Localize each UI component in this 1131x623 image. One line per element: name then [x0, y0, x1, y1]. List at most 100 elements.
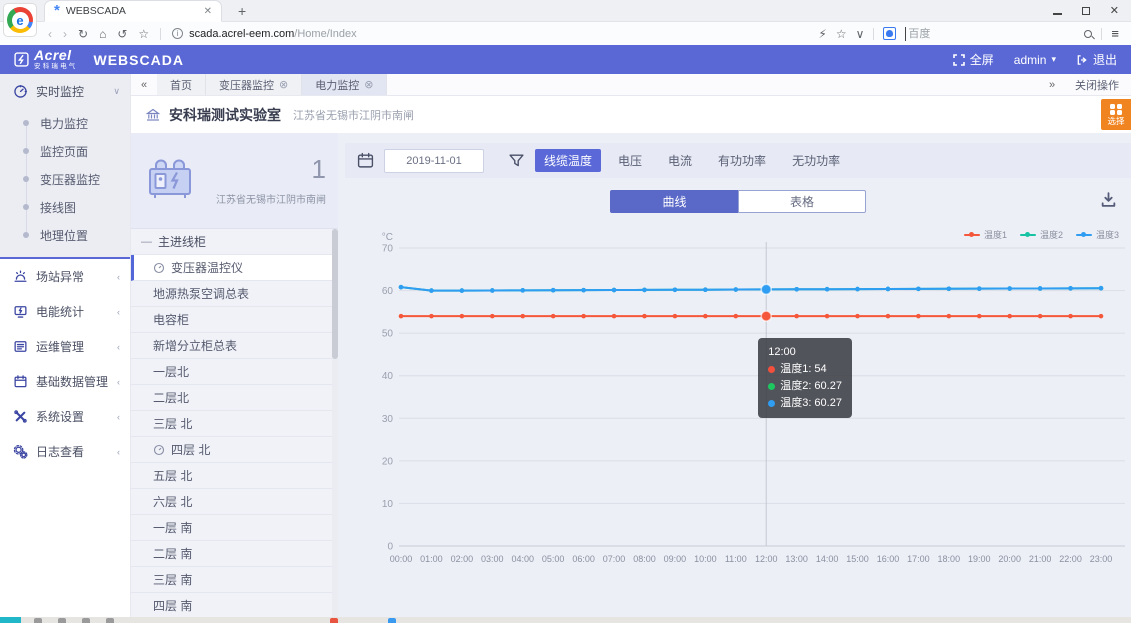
filter-pill[interactable]: 有功功率: [709, 149, 775, 172]
device-item[interactable]: 六层 北: [131, 489, 338, 515]
taskbar-icon: [388, 618, 396, 623]
device-item[interactable]: 一层 南: [131, 515, 338, 541]
legend-item[interactable]: 温度3: [1076, 228, 1119, 241]
sidebar-subitem[interactable]: 电力监控: [0, 109, 130, 137]
sidebar-item[interactable]: 运维管理‹: [0, 329, 130, 364]
svg-text:03:00: 03:00: [481, 554, 504, 564]
filter-pill[interactable]: 电压: [609, 149, 651, 172]
browser-logo-letter: e: [12, 12, 29, 29]
browser-search-input[interactable]: 百度: [905, 27, 1075, 41]
baidu-search-icon[interactable]: [883, 27, 896, 40]
window-close-button[interactable]: ✕: [1110, 6, 1119, 16]
window-minimize-button[interactable]: [1053, 13, 1062, 14]
sidebar-subitem[interactable]: 变压器监控: [0, 165, 130, 193]
sidebar-item[interactable]: 实时监控∨: [0, 74, 130, 109]
sidebar-item-label: 基础数据管理: [36, 373, 109, 390]
device-item[interactable]: 三层 南: [131, 567, 338, 593]
device-item[interactable]: 二层北: [131, 385, 338, 411]
dropdown-chevron-icon[interactable]: ∨: [856, 27, 865, 41]
bookmark-star-icon[interactable]: ☆: [138, 27, 149, 41]
device-item[interactable]: 四层 北: [131, 437, 338, 463]
device-item[interactable]: 新增分立柜总表: [131, 333, 338, 359]
workspace-tab[interactable]: 首页: [157, 74, 206, 95]
device-item[interactable]: 电容柜: [131, 307, 338, 333]
svg-text:12:00: 12:00: [755, 554, 778, 564]
sidebar-item[interactable]: 日志查看‹: [0, 434, 130, 469]
filter-pill[interactable]: 无功功率: [783, 149, 849, 172]
filter-pill[interactable]: 线缆温度: [535, 149, 601, 172]
date-picker-input[interactable]: [384, 149, 484, 173]
device-item[interactable]: 变压器温控仪: [131, 255, 338, 281]
device-item-label: 五层 北: [153, 467, 192, 484]
device-group-row[interactable]: — 主进线柜: [131, 229, 338, 255]
svg-text:0: 0: [387, 542, 393, 553]
tab-close-icon[interactable]: ✕: [204, 6, 212, 17]
url-field[interactable]: i scada.acrel-eem.com/Home/Index: [172, 28, 357, 40]
browser-logo-ring: e: [7, 7, 33, 33]
window-maximize-button[interactable]: [1082, 7, 1090, 15]
view-toggle-segment[interactable]: 曲线: [610, 190, 738, 213]
url-path: /Home/Index: [294, 28, 356, 40]
device-item[interactable]: 二层 南: [131, 541, 338, 567]
logout-button[interactable]: 退出: [1076, 51, 1117, 68]
sidebar-subitem[interactable]: 地理位置: [0, 221, 130, 249]
sidebar-item[interactable]: 系统设置‹: [0, 399, 130, 434]
svg-text:15:00: 15:00: [846, 554, 869, 564]
undo-button[interactable]: ↺: [117, 27, 127, 41]
tab-close-icon[interactable]: ⊗: [364, 78, 373, 91]
close-operations-button[interactable]: 关闭操作: [1075, 77, 1119, 93]
taskbar[interactable]: [0, 617, 1131, 623]
sidebar-item[interactable]: 场站异常 ‹: [0, 259, 130, 294]
device-item-label: 六层 北: [153, 493, 192, 510]
workspace-tab[interactable]: 电力监控⊗: [302, 74, 387, 95]
device-item[interactable]: 五层 北: [131, 463, 338, 489]
browser-menu-icon[interactable]: ≡: [1111, 26, 1119, 41]
device-item[interactable]: 四层 南: [131, 593, 338, 619]
home-button[interactable]: ⌂: [99, 27, 106, 41]
svg-text:11:00: 11:00: [725, 554, 747, 564]
new-tab-button[interactable]: +: [238, 5, 246, 17]
tabs-scroll-left-icon[interactable]: «: [131, 74, 157, 95]
tab-close-icon[interactable]: ⊗: [279, 78, 288, 91]
tabs-scroll-right-icon[interactable]: »: [1039, 79, 1065, 91]
sidebar-item-label: 场站异常: [36, 268, 109, 285]
sidebar-subitem[interactable]: 接线图: [0, 193, 130, 221]
forward-button[interactable]: ›: [63, 27, 67, 41]
device-count: 1: [216, 156, 326, 182]
select-button[interactable]: 选择: [1101, 99, 1131, 130]
user-menu[interactable]: admin ▾: [1014, 53, 1056, 67]
reload-button[interactable]: ↻: [78, 27, 88, 41]
favorites-star-icon[interactable]: ☆: [836, 27, 847, 41]
search-icon[interactable]: [1084, 30, 1092, 38]
flash-icon[interactable]: ⚡: [818, 27, 826, 41]
sidebar-item[interactable]: 电能统计‹: [0, 294, 130, 329]
device-item[interactable]: 地源热泵空调总表: [131, 281, 338, 307]
device-item[interactable]: 一层北: [131, 359, 338, 385]
fullscreen-button[interactable]: 全屏: [953, 51, 994, 68]
line-chart[interactable]: 010203040506070°C00:0001:0002:0003:0004:…: [345, 226, 1131, 576]
chevron-left-icon: ‹: [117, 272, 120, 282]
svg-text:22:00: 22:00: [1059, 554, 1082, 564]
back-button[interactable]: ‹: [48, 27, 52, 41]
filter-pill[interactable]: 电流: [659, 149, 701, 172]
svg-text:04:00: 04:00: [511, 554, 534, 564]
sidebar-subitem[interactable]: 监控页面: [0, 137, 130, 165]
svg-text:19:00: 19:00: [968, 554, 991, 564]
legend-item[interactable]: 温度2: [1020, 228, 1063, 241]
grid-icon: [1110, 104, 1122, 116]
station-alarm-icon: [13, 269, 28, 284]
workspace-tab-label: 首页: [170, 77, 192, 93]
collapse-icon[interactable]: —: [141, 236, 152, 248]
view-toggle-segment[interactable]: 表格: [738, 190, 866, 213]
browser-tab[interactable]: * WEBSCADA ✕: [44, 0, 222, 22]
workspace-tab[interactable]: 变压器监控⊗: [206, 74, 302, 95]
device-item[interactable]: 三层 北: [131, 411, 338, 437]
download-button[interactable]: [1100, 191, 1117, 211]
device-item-label: 电容柜: [153, 311, 189, 328]
calendar-icon[interactable]: [357, 152, 374, 169]
legend-item[interactable]: 温度1: [964, 228, 1007, 241]
taskbar-icon: [106, 618, 114, 623]
page-info-icon[interactable]: i: [172, 28, 183, 39]
device-group-label: 主进线柜: [158, 233, 206, 250]
sidebar-item[interactable]: 基础数据管理‹: [0, 364, 130, 399]
